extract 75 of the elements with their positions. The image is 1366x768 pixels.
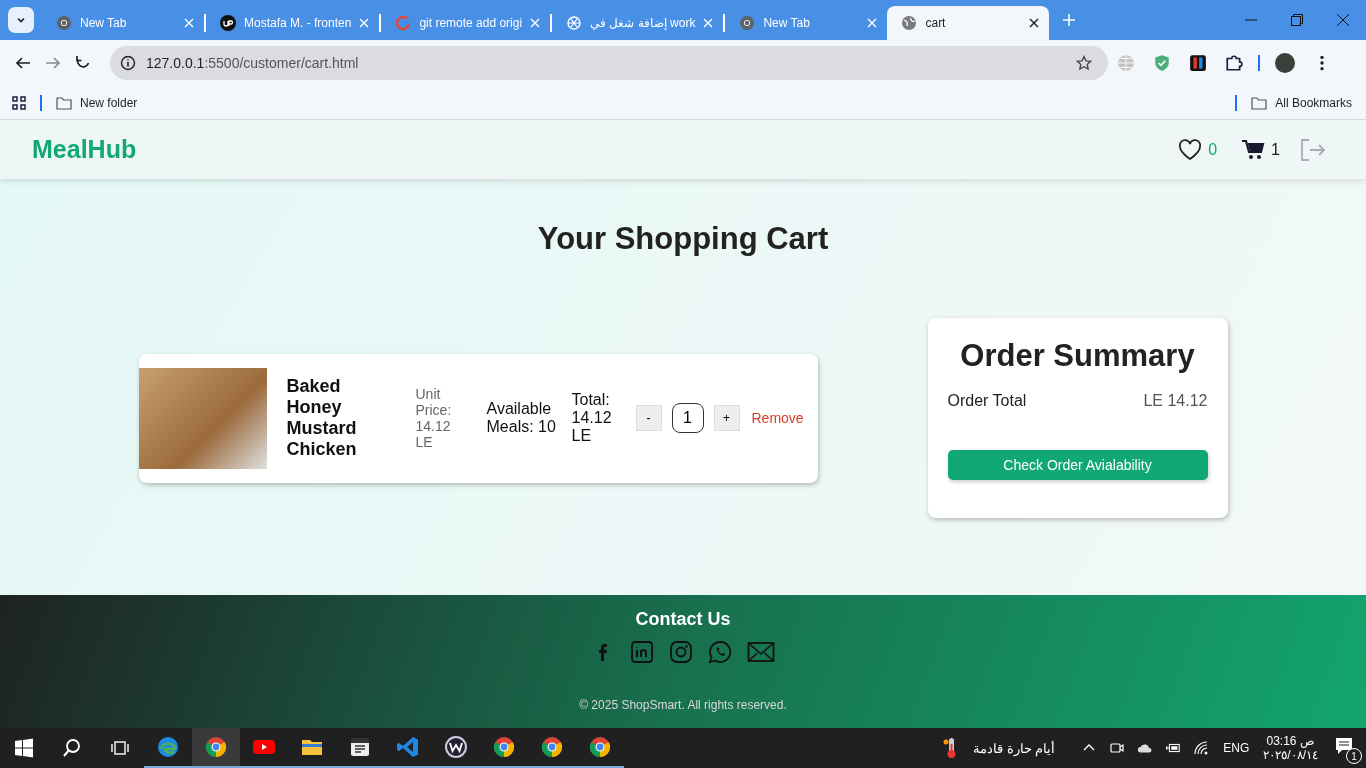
summary-value: LE 14.12 <box>1143 392 1208 410</box>
new-tab-icon[interactable] <box>1063 14 1076 26</box>
tab-title: New Tab <box>80 16 128 30</box>
tab-title: cart <box>925 16 947 30</box>
url-text: 127.0.0.1:5500/customer/cart.html <box>146 55 360 71</box>
tab-title: New Tab <box>763 16 811 30</box>
quantity-field[interactable]: 1 <box>671 403 704 433</box>
chrome-icon <box>204 735 228 759</box>
footer-heading: Contact Us <box>635 609 731 630</box>
unit-price: Unit Price: 14.12 LE <box>415 386 453 450</box>
chrome-icon <box>56 15 72 31</box>
available-meals: Available Meals: 10 <box>486 400 557 436</box>
all-bookmarks-folder[interactable]: All Bookmarks <box>1251 95 1352 110</box>
wishlist-count: 0 <box>1208 140 1218 159</box>
upwork-logo-icon <box>220 15 236 31</box>
chrome-icon <box>540 735 564 759</box>
chrome-icon <box>588 735 612 759</box>
folder-icon <box>1251 95 1268 110</box>
close-icon[interactable] <box>1029 18 1040 28</box>
avatar[interactable] <box>1275 53 1295 73</box>
chrome-icon <box>492 735 516 759</box>
envelope-icon[interactable] <box>747 640 775 664</box>
edge-browser-icon <box>156 735 180 759</box>
globe-icon <box>901 15 918 31</box>
linkedin-icon[interactable] <box>630 640 654 664</box>
star-icon[interactable] <box>1076 55 1092 71</box>
clock-time[interactable]: 03:16 ص <box>1266 734 1315 748</box>
restore-icon[interactable] <box>1291 14 1303 26</box>
tab-title: إضافة شغل في work <box>590 16 696 30</box>
weather-text[interactable]: أيام حارة قادمة <box>973 740 1056 756</box>
extension-app-icon[interactable] <box>1189 54 1207 72</box>
calendar-icon <box>348 735 372 759</box>
instagram-icon[interactable] <box>669 640 693 664</box>
cart-count: 1 <box>1271 140 1280 159</box>
language-indicator[interactable]: ENG <box>1223 741 1250 755</box>
puzzle-icon[interactable] <box>1225 54 1243 72</box>
summary-label: Order Total <box>947 392 1027 410</box>
back-arrow-icon[interactable] <box>15 55 31 71</box>
w-logo-icon <box>444 735 468 759</box>
meal-name: Baked Honey Mustard Chicken <box>286 376 358 460</box>
item-total: Total: 14.12 LE <box>571 391 613 445</box>
increase-button[interactable]: + <box>713 405 740 431</box>
bookmark-folder[interactable]: New folder <box>56 95 138 110</box>
tab-title: Mostafa M. - fronten <box>244 16 352 30</box>
notification-icon <box>1334 736 1354 756</box>
search-icon[interactable] <box>62 738 82 758</box>
camera-icon[interactable] <box>1109 740 1126 756</box>
apps-grid-icon[interactable] <box>12 95 26 110</box>
remove-link[interactable]: Remove <box>751 410 804 426</box>
wifi-icon[interactable] <box>1193 740 1210 756</box>
tab-title: git remote add origi <box>419 16 523 30</box>
tab-search-button[interactable] <box>8 7 34 33</box>
decrease-button[interactable]: - <box>635 405 662 431</box>
close-icon[interactable] <box>1337 14 1349 26</box>
summary-title: Order Summary <box>959 338 1196 374</box>
knot-logo-icon <box>566 15 583 31</box>
shield-icon[interactable] <box>1153 54 1171 72</box>
clock-date[interactable]: ٢٠٢٥/٠٨/١٤ <box>1263 748 1318 762</box>
whatsapp-icon[interactable] <box>708 640 732 664</box>
task-view-icon[interactable] <box>110 738 130 758</box>
reload-icon[interactable] <box>75 55 91 71</box>
address-bar[interactable]: 127.0.0.1:5500/customer/cart.html <box>110 46 1108 80</box>
browser-tab[interactable]: cart <box>887 6 1050 40</box>
chrome-icon <box>739 15 756 31</box>
windows-start-icon[interactable] <box>14 738 34 758</box>
copyright-text: © 2025 ShopSmart. All rights reserved. <box>579 698 787 712</box>
cart-icon[interactable] <box>1241 138 1266 161</box>
info-icon[interactable] <box>120 55 136 71</box>
code-editor-icon <box>396 735 420 759</box>
folder-icon <box>56 95 72 110</box>
google-logo-icon <box>395 15 412 31</box>
taskbar-app[interactable] <box>192 728 240 768</box>
page-title: Your Shopping Cart <box>537 221 829 257</box>
forward-arrow-icon[interactable] <box>45 55 61 71</box>
heart-icon[interactable] <box>1178 138 1203 161</box>
